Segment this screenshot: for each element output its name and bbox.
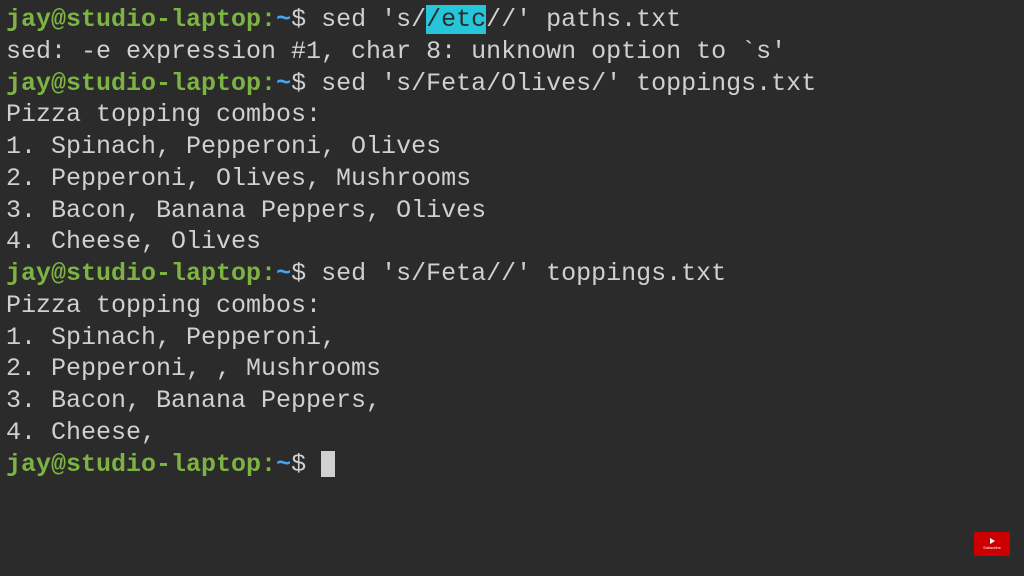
- prompt-user: jay@studio-laptop: [6, 259, 261, 288]
- terminal-output[interactable]: jay@studio-laptop:~$ sed 's//etc//' path…: [6, 4, 1018, 480]
- prompt-dollar: $: [291, 450, 306, 479]
- command-text: //' paths.txt: [486, 5, 681, 34]
- prompt-user: jay@studio-laptop: [6, 5, 261, 34]
- prompt-line-2: jay@studio-laptop:~$ sed 's/Feta/Olives/…: [6, 68, 1018, 100]
- output-line: 1. Spinach, Pepperoni, Olives: [6, 131, 1018, 163]
- subscribe-badge[interactable]: Subscribe: [974, 532, 1010, 556]
- prompt-path: ~: [276, 259, 291, 288]
- command-text: sed 's/Feta/Olives/' toppings.txt: [321, 69, 816, 98]
- prompt-line-3: jay@studio-laptop:~$ sed 's/Feta//' topp…: [6, 258, 1018, 290]
- output-line: 2. Pepperoni, Olives, Mushrooms: [6, 163, 1018, 195]
- command-text: sed 's/Feta//' toppings.txt: [321, 259, 726, 288]
- output-line: sed: -e expression #1, char 8: unknown o…: [6, 36, 1018, 68]
- prompt-sep: :: [261, 450, 276, 479]
- output-line: 4. Cheese,: [6, 417, 1018, 449]
- output-line: 1. Spinach, Pepperoni,: [6, 322, 1018, 354]
- output-line: 2. Pepperoni, , Mushrooms: [6, 353, 1018, 385]
- prompt-user: jay@studio-laptop: [6, 69, 261, 98]
- command-text: sed 's/: [321, 5, 426, 34]
- output-line: 3. Bacon, Banana Peppers,: [6, 385, 1018, 417]
- output-line: Pizza topping combos:: [6, 99, 1018, 131]
- prompt-sep: :: [261, 69, 276, 98]
- prompt-dollar: $: [291, 5, 306, 34]
- prompt-dollar: $: [291, 69, 306, 98]
- output-line: 4. Cheese, Olives: [6, 226, 1018, 258]
- cursor-block: [321, 451, 335, 477]
- prompt-dollar: $: [291, 259, 306, 288]
- prompt-path: ~: [276, 69, 291, 98]
- prompt-sep: :: [261, 259, 276, 288]
- prompt-line-4: jay@studio-laptop:~$: [6, 449, 1018, 481]
- prompt-line-1: jay@studio-laptop:~$ sed 's//etc//' path…: [6, 4, 1018, 36]
- prompt-path: ~: [276, 5, 291, 34]
- output-line: 3. Bacon, Banana Peppers, Olives: [6, 195, 1018, 227]
- subscribe-label: Subscribe: [983, 545, 1001, 550]
- prompt-path: ~: [276, 450, 291, 479]
- prompt-sep: :: [261, 5, 276, 34]
- output-line: Pizza topping combos:: [6, 290, 1018, 322]
- command-highlight: /etc: [426, 5, 486, 34]
- prompt-user: jay@studio-laptop: [6, 450, 261, 479]
